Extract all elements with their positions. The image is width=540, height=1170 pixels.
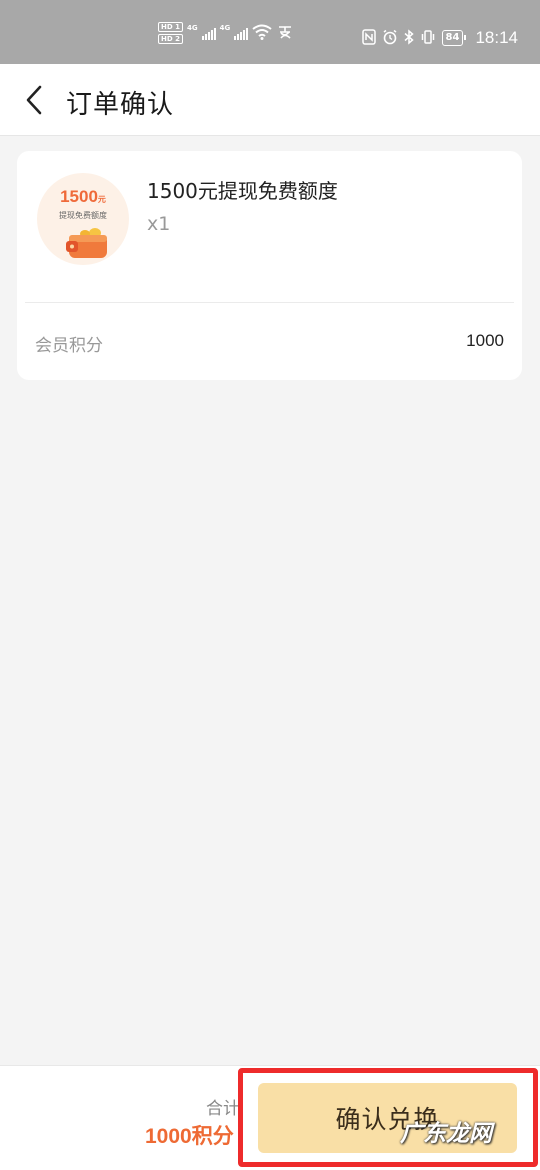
points-label: 会员积分 [35, 336, 103, 356]
signal-icon [201, 26, 216, 40]
hd1-badge: HD 1 [158, 22, 183, 32]
total-label: 合计 [206, 1099, 240, 1119]
hd2-badge: HD 2 [158, 34, 183, 44]
order-card: 1500元 提现免费额度 1500元提现免费额度 x1 会员积分 1000 [17, 151, 522, 380]
battery-icon: 84 [441, 30, 467, 46]
status-left: HD 1 HD 2 4G 4G [158, 22, 294, 44]
wallet-icon [66, 228, 107, 258]
bluetooth-icon [404, 28, 414, 48]
clock: 18:14 [475, 28, 518, 47]
signal-icon-2 [234, 26, 249, 40]
thumbnail-amount: 1500元 [60, 187, 106, 206]
page-title: 订单确认 [66, 90, 175, 120]
status-bar: HD 1 HD 2 4G 4G 84 18:14 [0, 0, 540, 64]
product-name: 1500元提现免费额度 [147, 179, 338, 203]
vibrate-icon [420, 29, 436, 48]
total-value: 1000积分 [145, 1125, 234, 1148]
nfc-icon [361, 28, 376, 48]
thumbnail-caption: 提现免费额度 [59, 211, 107, 220]
status-right: 84 18:14 [361, 28, 518, 48]
bottom-bar: 合计 1000积分 确认兑换 广东龙网 [0, 1065, 540, 1170]
product-thumbnail: 1500元 提现免费额度 [37, 173, 129, 265]
chevron-left-icon [26, 85, 42, 115]
wifi-icon [252, 24, 272, 43]
back-button[interactable] [14, 78, 54, 122]
divider [25, 302, 514, 303]
points-value: 1000 [466, 331, 504, 350]
watermark: 广东龙网 [400, 1120, 492, 1147]
hd-badges: HD 1 HD 2 [158, 22, 183, 44]
payment-notification-icon [276, 24, 294, 43]
network-type-2: 4G [219, 24, 231, 32]
alarm-icon [382, 29, 398, 48]
product-quantity: x1 [147, 213, 171, 235]
header: 订单确认 [0, 64, 540, 136]
network-type-1: 4G [186, 24, 198, 32]
